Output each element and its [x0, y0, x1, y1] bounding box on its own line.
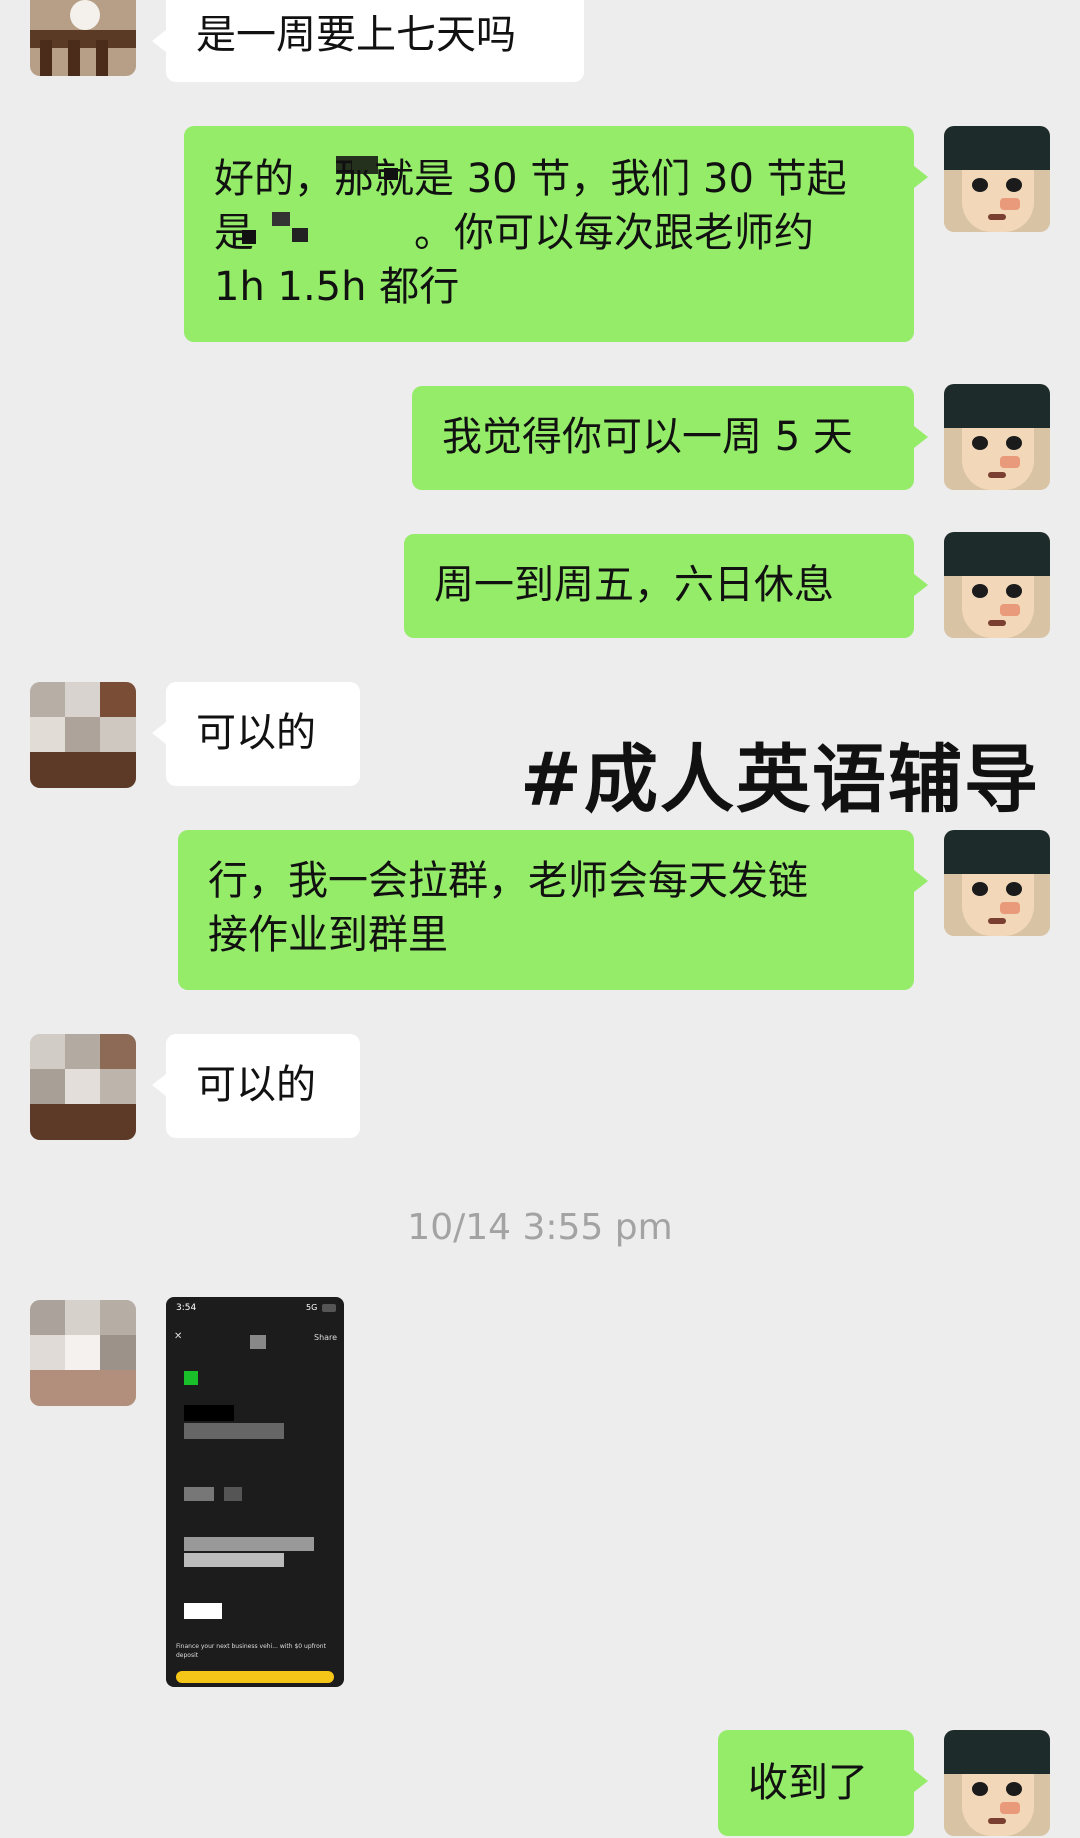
message-bubble-outgoing[interactable]: 行，我一会拉群，老师会每天发链 接作业到群里 — [178, 830, 928, 990]
network-indicator: 5G — [306, 1303, 318, 1312]
contact-avatar[interactable] — [30, 1034, 136, 1140]
contact-avatar[interactable] — [30, 682, 136, 788]
message-text: 可以的 — [196, 710, 316, 756]
image-message-thumbnail[interactable]: 3:54 5G ✕ Share Finance your next busine… — [166, 1297, 344, 1687]
message-line: 行，我一会拉群，老师会每天发链 — [208, 858, 808, 904]
message-text: 我觉得你可以一周 5 天 — [442, 414, 853, 460]
share-label: Share — [314, 1333, 338, 1342]
status-square — [184, 1371, 198, 1385]
message-bubble-incoming[interactable]: 可以的 — [152, 682, 360, 786]
self-avatar[interactable] — [944, 532, 1050, 638]
overlay-caption: #成人英语辅导 — [520, 737, 1041, 823]
message-line: 接作业到群里 — [208, 912, 448, 958]
redaction-mosaic — [336, 156, 378, 174]
message-text: 是一周要上七天吗 — [196, 12, 516, 58]
message-line: 是。你可以每次跟老师约 — [214, 210, 814, 256]
self-avatar[interactable] — [944, 1730, 1050, 1836]
promo-text: Finance your next business vehi... with … — [176, 1643, 326, 1659]
message-bubble-outgoing[interactable]: 我觉得你可以一周 5 天 — [412, 386, 928, 490]
redaction-mosaic — [184, 1553, 284, 1567]
message-bubble-incoming[interactable]: 是一周要上七天吗 — [152, 0, 584, 82]
message-text: 收到了 — [748, 1760, 868, 1806]
message-text: 周一到周五，六日休息 — [434, 562, 834, 608]
contact-avatar[interactable] — [30, 0, 136, 76]
message-line: 好的，那就是 30 节，我们 30 节起 — [214, 156, 847, 202]
self-avatar[interactable] — [944, 830, 1050, 936]
promo-button — [176, 1671, 334, 1683]
battery-icon — [322, 1304, 336, 1312]
redaction-mosaic — [224, 1487, 242, 1501]
status-time: 3:54 — [176, 1303, 197, 1313]
redaction-mosaic — [184, 1603, 222, 1619]
redaction-mosaic — [184, 1487, 214, 1501]
close-icon: ✕ — [174, 1331, 183, 1342]
redaction-mosaic — [242, 230, 256, 244]
self-avatar[interactable] — [944, 126, 1050, 232]
message-bubble-incoming[interactable]: 可以的 — [152, 1034, 360, 1138]
message-bubble-outgoing[interactable]: 收到了 — [718, 1730, 928, 1836]
message-line: 1h 1.5h 都行 — [214, 264, 460, 310]
message-text: 可以的 — [196, 1062, 316, 1108]
redaction-mosaic — [272, 212, 290, 226]
message-timestamp: 10/14 3:55 pm — [407, 1207, 673, 1248]
contact-avatar[interactable] — [30, 1300, 136, 1406]
message-bubble-outgoing[interactable]: 好的，那就是 30 节，我们 30 节起 是。你可以每次跟老师约 1h 1.5h… — [184, 126, 928, 342]
self-avatar[interactable] — [944, 384, 1050, 490]
redaction-mosaic — [184, 1405, 234, 1421]
redaction-mosaic — [184, 1537, 314, 1551]
message-bubble-outgoing[interactable]: 周一到周五，六日休息 — [404, 534, 928, 638]
redaction-mosaic — [292, 228, 308, 242]
redaction-mosaic — [184, 1423, 284, 1439]
redaction-mosaic — [384, 168, 398, 180]
redaction-mosaic — [250, 1335, 266, 1349]
